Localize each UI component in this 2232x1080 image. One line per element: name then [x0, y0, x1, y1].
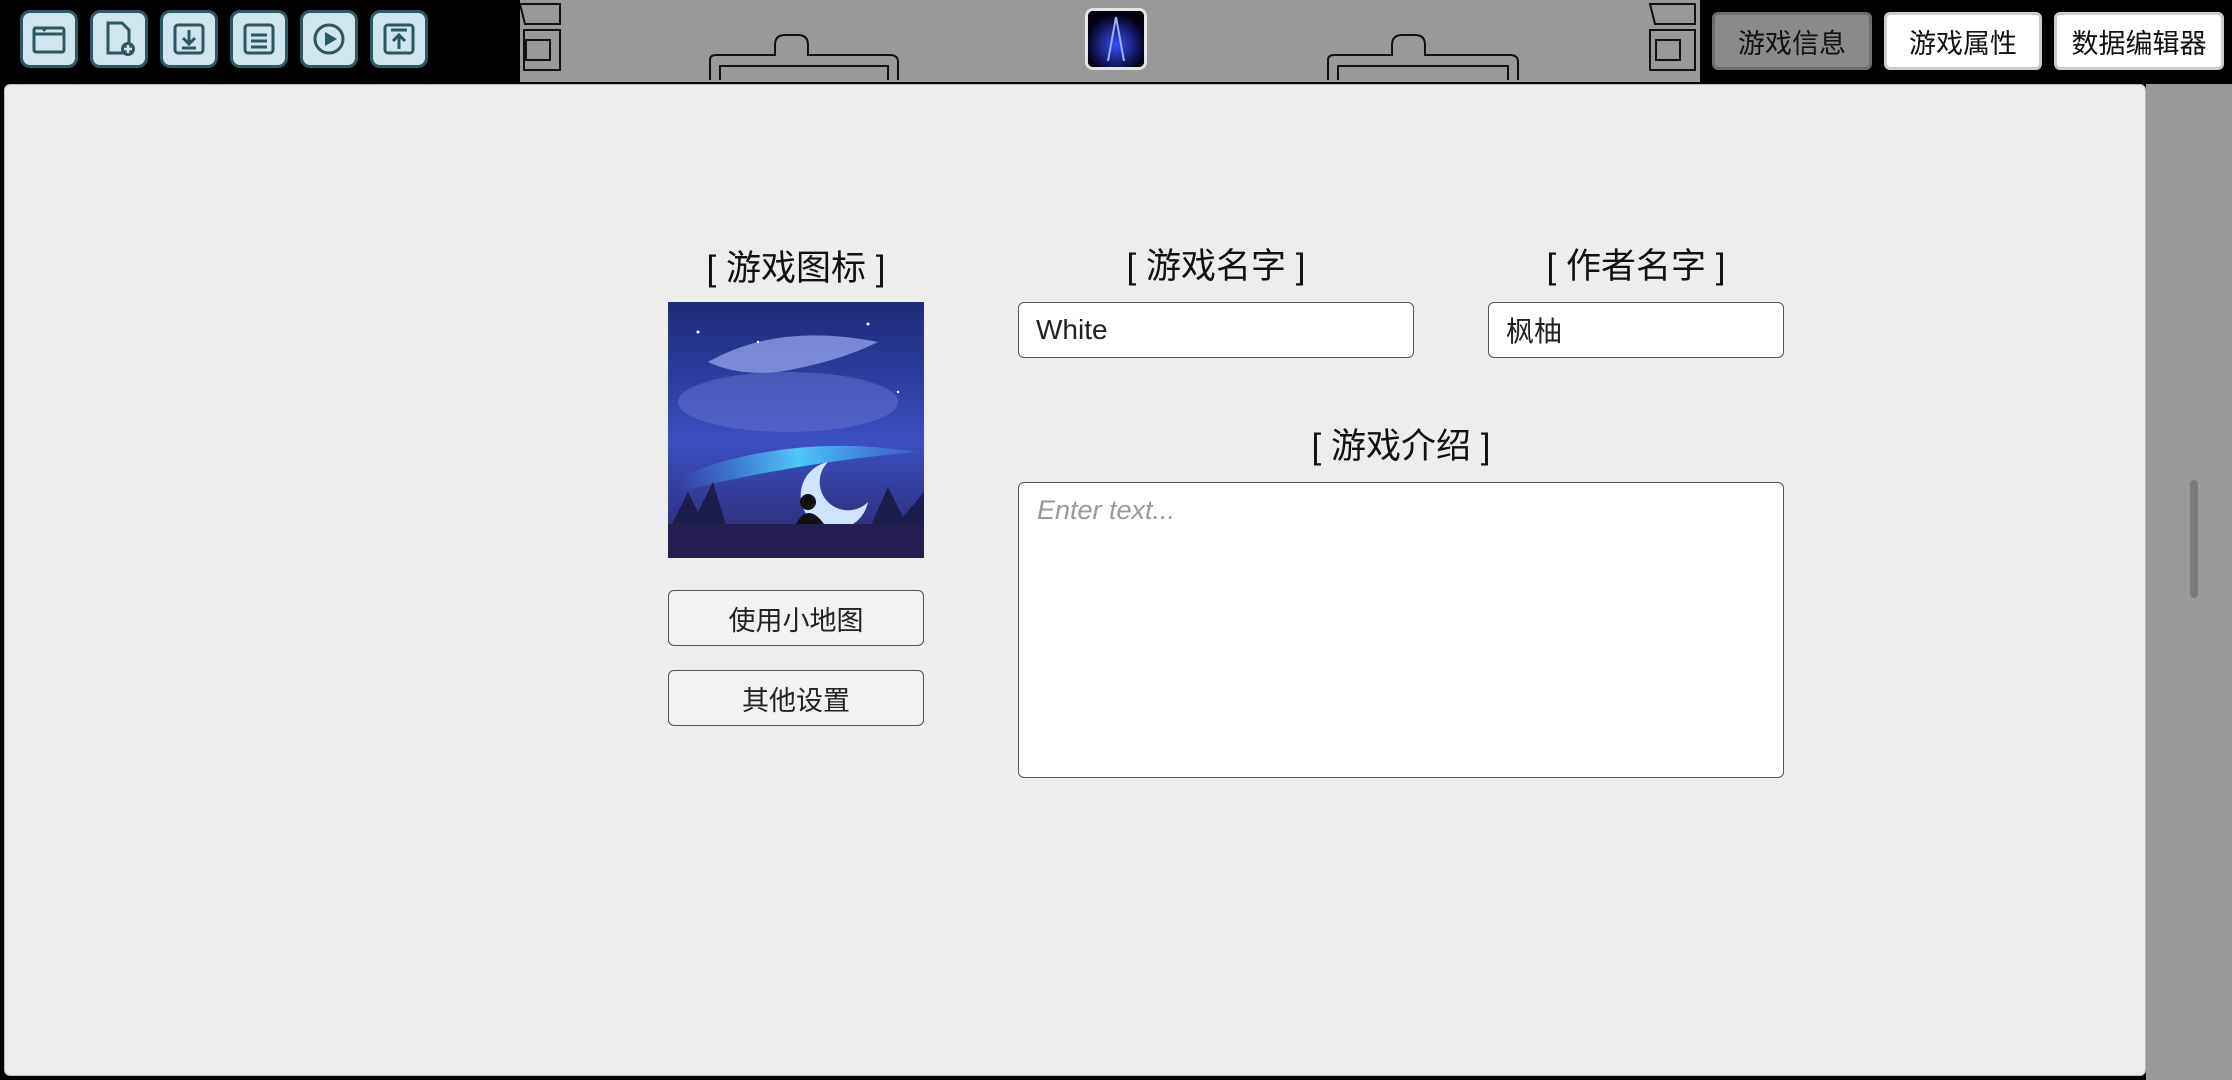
right-gutter: [2146, 84, 2232, 1080]
new-file-icon: [106, 21, 135, 56]
top-bar: 游戏信息 游戏属性 数据编辑器: [0, 0, 2232, 82]
game-name-title: [ 游戏名字 ]: [1126, 247, 1306, 286]
tab-data-editor[interactable]: 数据编辑器: [2054, 12, 2224, 70]
top-tabs: 游戏信息 游戏属性 数据编辑器: [1700, 0, 2232, 82]
new-file-button[interactable]: [90, 10, 148, 68]
scrollbar-thumb[interactable]: [2190, 480, 2198, 598]
author-name-input[interactable]: 枫柚: [1488, 302, 1784, 358]
open-project-button[interactable]: [20, 10, 78, 68]
game-name-input[interactable]: White: [1018, 302, 1414, 358]
import-button[interactable]: [160, 10, 218, 68]
game-icon-artwork: [668, 302, 924, 558]
game-intro-textarea[interactable]: Enter text...: [1018, 482, 1784, 778]
other-settings-button[interactable]: 其他设置: [668, 670, 924, 726]
game-intro-placeholder: Enter text...: [1037, 495, 1176, 525]
tab-game-info[interactable]: 游戏信息: [1712, 12, 1872, 70]
preview-image: [1088, 11, 1144, 67]
play-button[interactable]: [300, 10, 358, 68]
tab-game-attributes[interactable]: 游戏属性: [1884, 12, 2042, 70]
author-name-title: [ 作者名字 ]: [1546, 247, 1726, 286]
use-minimap-button[interactable]: 使用小地图: [668, 590, 924, 646]
upload-icon: [383, 23, 415, 55]
publish-button[interactable]: [370, 10, 428, 68]
game-preview-thumbnail[interactable]: [1085, 8, 1147, 70]
download-icon: [173, 23, 205, 55]
file-toolbar: [20, 10, 428, 68]
save-icon: [243, 23, 275, 55]
game-intro-title: [ 游戏介绍 ]: [1311, 427, 1491, 466]
play-icon: [313, 23, 345, 55]
folder-open-icon: [32, 26, 66, 54]
save-button[interactable]: [230, 10, 288, 68]
game-icon-title: [ 游戏图标 ]: [706, 249, 886, 288]
game-icon-image[interactable]: [668, 302, 924, 558]
